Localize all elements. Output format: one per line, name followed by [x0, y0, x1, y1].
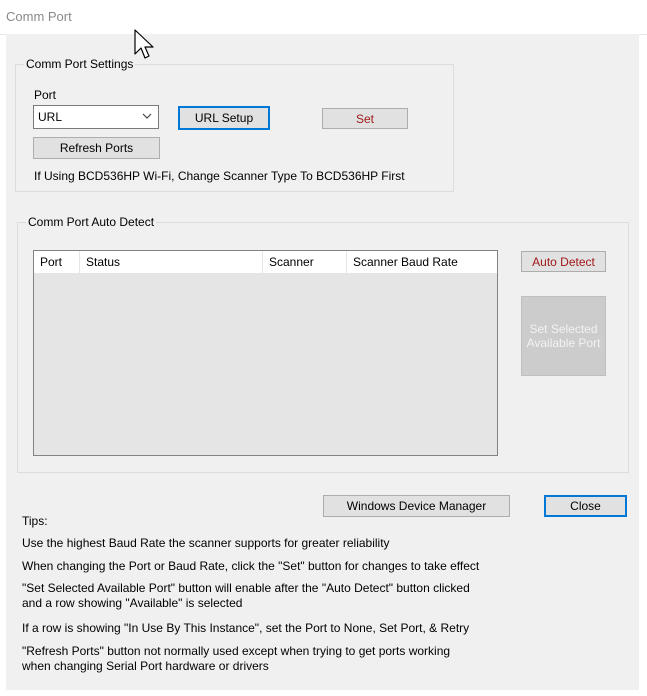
tip-line: Use the highest Baud Rate the scanner su… — [22, 536, 390, 550]
column-header-scanner[interactable]: Scanner — [263, 251, 347, 273]
comm-port-auto-detect-group: Comm Port Auto Detect Port Status Scanne… — [17, 215, 629, 473]
windows-device-manager-button[interactable]: Windows Device Manager — [323, 495, 510, 517]
auto-detect-button[interactable]: Auto Detect — [521, 251, 606, 272]
tip-line: "Set Selected Available Port" button wil… — [22, 581, 470, 595]
ports-list-view[interactable]: Port Status Scanner Scanner Baud Rate — [33, 250, 498, 456]
dialog-client-area: Comm Port Settings Port URL URL Setup Se… — [6, 34, 639, 690]
column-header-status[interactable]: Status — [80, 251, 263, 273]
port-select-value: URL — [38, 110, 63, 124]
refresh-ports-button[interactable]: Refresh Ports — [33, 137, 160, 159]
tip-line: If a row is showing "In Use By This Inst… — [22, 621, 470, 635]
auto-detect-legend: Comm Port Auto Detect — [26, 215, 157, 229]
tips-heading: Tips: — [22, 514, 48, 528]
title-bar[interactable]: Comm Port — [0, 0, 647, 35]
comm-port-settings-legend: Comm Port Settings — [24, 57, 136, 71]
wifi-note: If Using BCD536HP Wi-Fi, Change Scanner … — [34, 169, 405, 183]
tip-line: when changing Serial Port hardware or dr… — [22, 659, 269, 673]
port-label: Port — [34, 88, 57, 102]
column-header-port[interactable]: Port — [34, 251, 80, 273]
port-select[interactable]: URL — [33, 105, 159, 129]
close-button[interactable]: Close — [544, 495, 627, 517]
comm-port-settings-group: Comm Port Settings Port URL URL Setup Se… — [15, 57, 454, 192]
tip-line: and a row showing "Available" is selecte… — [22, 596, 243, 610]
set-button[interactable]: Set — [322, 108, 408, 129]
ports-list-header: Port Status Scanner Scanner Baud Rate — [34, 251, 497, 274]
mouse-pointer-icon — [134, 29, 154, 59]
set-selected-available-port-button[interactable]: Set Selected Available Port — [521, 296, 606, 376]
chevron-down-icon — [142, 113, 152, 119]
column-header-scanner-baud-rate[interactable]: Scanner Baud Rate — [347, 251, 497, 273]
url-setup-button[interactable]: URL Setup — [178, 106, 270, 130]
tip-line: When changing the Port or Baud Rate, cli… — [22, 559, 480, 573]
window-title: Comm Port — [6, 9, 72, 24]
tip-line: "Refresh Ports" button not normally used… — [22, 644, 451, 658]
